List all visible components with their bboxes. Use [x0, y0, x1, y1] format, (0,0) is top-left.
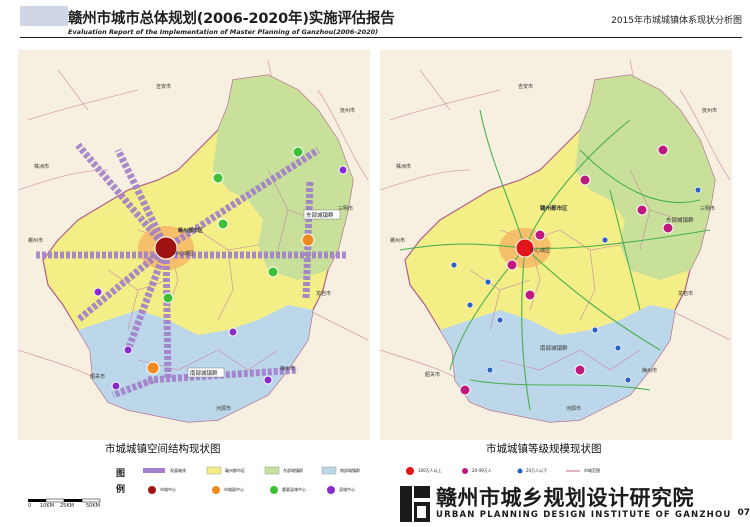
swatch-south [321, 466, 337, 475]
label-metro: 赣州都市区 [178, 227, 203, 234]
county-node[interactable] [263, 375, 273, 385]
institute-name-cn: 赣州市城乡规划设计研究院 [436, 486, 694, 510]
header-logo-block [20, 6, 68, 26]
county-node[interactable] [228, 327, 238, 337]
swatch-under-20w [517, 468, 523, 474]
label-heyuan: 河源市 [566, 405, 581, 412]
county-important-node[interactable] [267, 266, 279, 278]
swatch-city-center [148, 486, 156, 494]
swatch-county [327, 486, 335, 494]
swatch-east [264, 466, 280, 475]
swatch-20-49w [462, 468, 468, 474]
swatch-county-important [270, 486, 278, 494]
label-longyan: 龙岩市 [316, 290, 331, 297]
south-sub-center-node[interactable] [146, 361, 160, 375]
node-20-49w[interactable] [662, 222, 674, 234]
label-meizhou: 梅州市 [280, 365, 295, 372]
node-under-20w[interactable] [486, 366, 494, 374]
label-fuzhou: 抚州市 [340, 107, 355, 114]
node-20-49w[interactable] [574, 364, 586, 376]
node-under-20w[interactable] [614, 344, 622, 352]
right-map-caption: 市城城镇等级规模现状图 [486, 443, 602, 455]
label-jian: 吉安市 [156, 83, 171, 90]
label-chenzhou: 郴州市 [390, 237, 405, 244]
node-20-49w[interactable] [636, 204, 648, 216]
institute-logo [400, 486, 430, 522]
map-sheet-title: 2015年市城城镇体系现状分析图 [611, 16, 742, 26]
label-fuzhou: 抚州市 [702, 107, 717, 114]
county-important-node[interactable] [292, 146, 304, 158]
node-under-20w[interactable] [694, 186, 702, 194]
node-under-20w[interactable] [450, 261, 458, 269]
left-map-caption: 市城城镇空间结构现状图 [105, 443, 221, 455]
node-20-49w[interactable] [579, 174, 591, 186]
institute-watermark: 赣州市城乡规划设计研究院 URBAN PLANNING DESIGN INSTI… [398, 482, 750, 527]
label-shaoguan: 韶关市 [90, 373, 105, 380]
legend-over-1m: 100万人以上 [418, 468, 442, 473]
legend-city-center: 市域中心 [160, 487, 176, 492]
report-subtitle: Evaluation Report of the Implementation … [68, 28, 379, 36]
county-node[interactable] [93, 287, 103, 297]
county-important-node[interactable] [162, 292, 174, 304]
legend-south: 南部城镇群 [340, 468, 360, 473]
node-under-20w[interactable] [601, 236, 609, 244]
swatch-sub-center [212, 486, 220, 494]
label-south-group: 南部城镇群 [190, 369, 218, 377]
label-meizhou: 梅州市 [642, 367, 657, 374]
legend-county-important: 重要县域中心 [282, 487, 306, 492]
node-20-49w[interactable] [459, 384, 471, 396]
report-title: 赣州市城市总体规划(2006-2020年)实施评估报告 [68, 11, 395, 27]
label-metro: 赣州都市区 [540, 204, 568, 212]
node-20-49w[interactable] [534, 229, 546, 241]
legend-sub-center: 市域副中心 [224, 487, 244, 492]
legend-axis: 发展轴线 [170, 468, 186, 473]
node-20-49w[interactable] [524, 289, 536, 301]
swatch-metro [206, 466, 222, 475]
legend-county: 县域中心 [339, 487, 355, 492]
county-important-node[interactable] [217, 218, 229, 230]
node-under-20w[interactable] [496, 316, 504, 324]
legend-metro: 赣州都市区 [225, 468, 245, 473]
legend-east: 东部城镇群 [283, 468, 303, 473]
institute-name-en: URBAN PLANNING DESIGN INSTITUTE OF GANZH… [436, 510, 732, 520]
county-important-node[interactable] [212, 172, 224, 184]
node-20-49w[interactable] [657, 144, 669, 156]
label-chenzhou: 郴州市 [28, 237, 43, 244]
node-under-20w[interactable] [466, 301, 474, 309]
label-east-group: 东部城镇群 [306, 211, 334, 219]
label-heyuan: 河源市 [216, 405, 231, 412]
node-under-20w[interactable] [484, 278, 492, 286]
label-zhuzhou: 株洲市 [396, 163, 411, 170]
label-sanming: 三明市 [700, 205, 715, 212]
county-node[interactable] [111, 381, 121, 391]
county-node[interactable] [338, 165, 348, 175]
page-number: 07 [737, 508, 750, 518]
legend-20-49w: 20-49万人 [472, 468, 492, 473]
label-south-group: 南部城镇群 [540, 344, 568, 352]
label-zhuzhou: 株洲市 [34, 163, 49, 170]
label-longyan: 龙岩市 [678, 290, 693, 297]
legend-boundary: 市域范围 [584, 468, 600, 473]
spatial-structure-map[interactable]: 吉安市 株洲市 郴州市 韶关市 河源市 梅州市 龙岩市 三明市 抚州市 赣州都市… [17, 50, 370, 440]
report-header: 赣州市城市总体规划(2006-2020年)实施评估报告 Evaluation R… [0, 0, 750, 40]
label-east-group: 东部城镇群 [666, 216, 694, 224]
label-center: 中心城区 [530, 247, 550, 254]
node-under-20w[interactable] [591, 326, 599, 334]
header-divider [20, 37, 742, 38]
county-node[interactable] [123, 345, 133, 355]
label-sanming: 三明市 [338, 205, 353, 212]
east-sub-center-node[interactable] [301, 233, 315, 247]
hierarchy-scale-map-canvas: 吉安市 株洲市 郴州市 韶关市 河源市 梅州市 龙岩市 三明市 抚州市 赣州都市… [379, 50, 732, 440]
node-under-20w[interactable] [624, 376, 632, 384]
node-20-49w[interactable] [506, 259, 518, 271]
label-center: 中心城区 [174, 250, 194, 257]
hierarchy-scale-map[interactable]: 吉安市 株洲市 郴州市 韶关市 河源市 梅州市 龙岩市 三明市 抚州市 赣州都市… [379, 50, 732, 440]
label-shaoguan: 韶关市 [425, 371, 440, 378]
swatch-over-1m [406, 467, 414, 475]
label-jian: 吉安市 [518, 83, 533, 90]
legend-under-20w: 20万人以下 [526, 468, 548, 473]
swatch-axis [143, 468, 165, 473]
spatial-structure-map-canvas: 吉安市 株洲市 郴州市 韶关市 河源市 梅州市 龙岩市 三明市 抚州市 赣州都市… [17, 50, 370, 440]
